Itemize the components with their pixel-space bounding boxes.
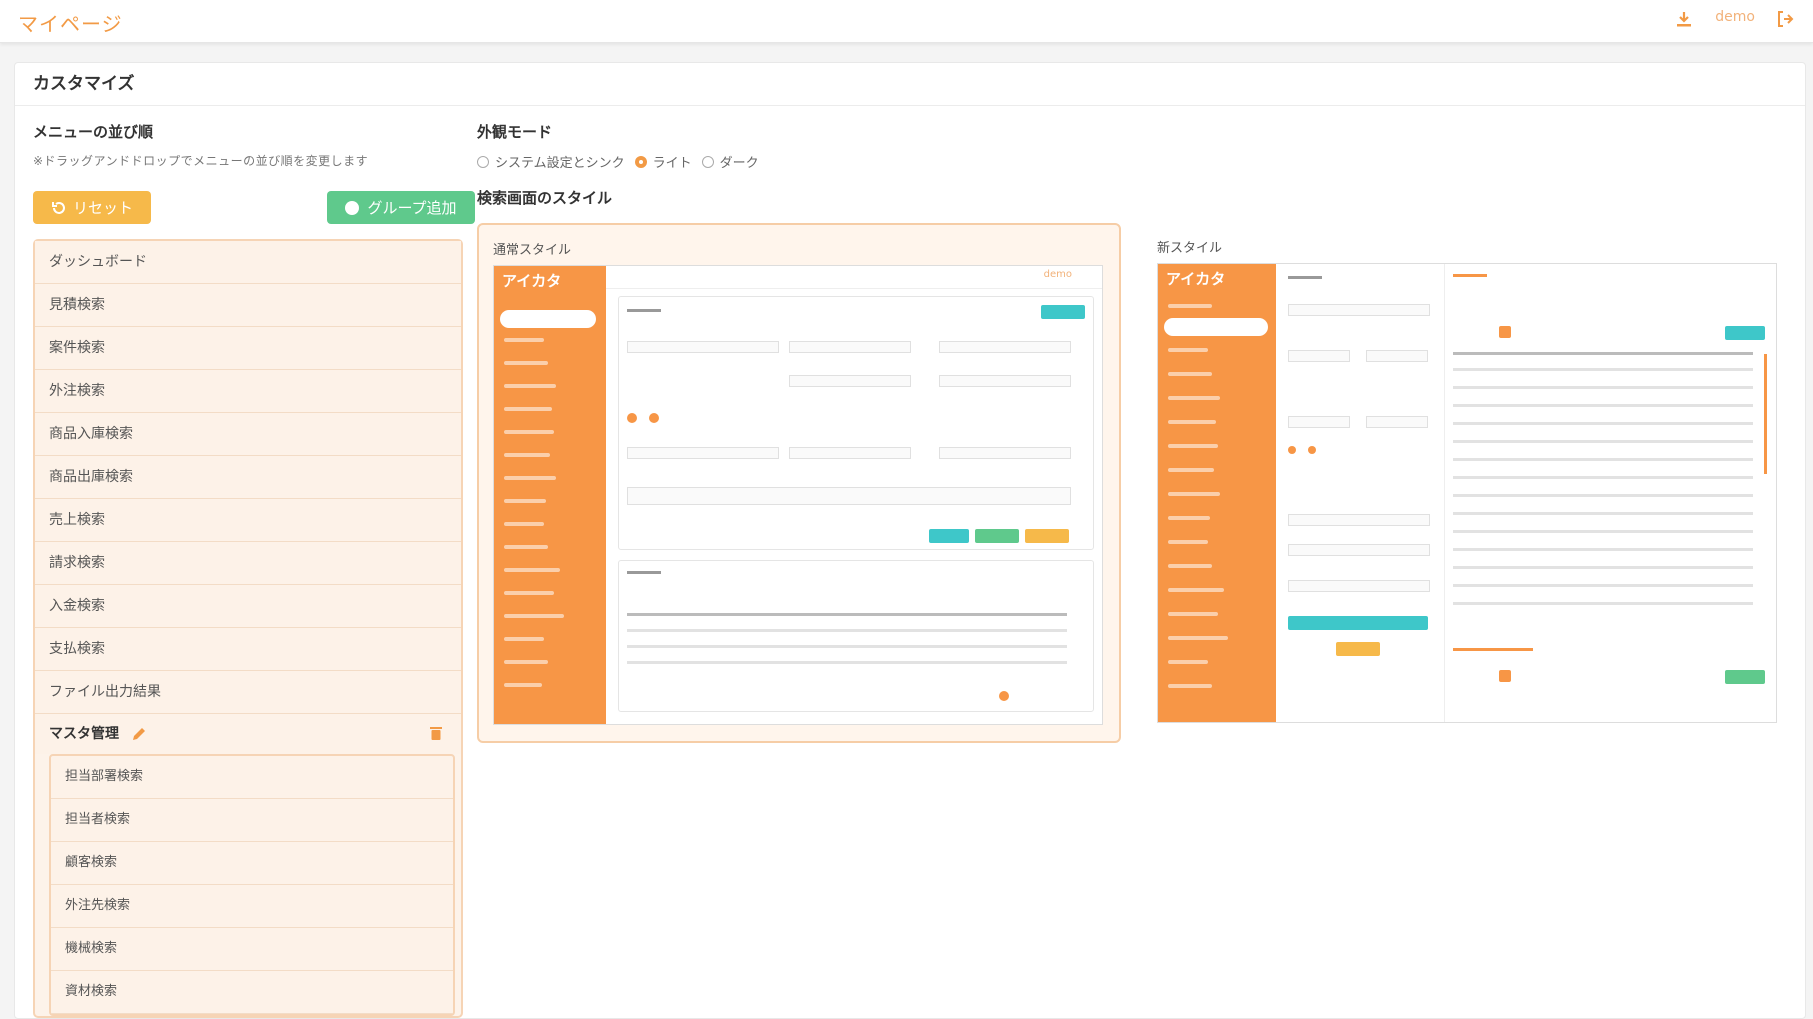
sub-menu-item[interactable]: 担当部署検索 [51, 756, 453, 799]
download-icon[interactable] [1675, 10, 1693, 28]
logout-icon[interactable] [1775, 9, 1795, 29]
add-group-button[interactable]: グループ追加 [327, 191, 475, 224]
user-name[interactable]: demo [1715, 9, 1755, 25]
group-sub-list: 担当部署検索 担当者検索 顧客検索 外注先検索 機械検索 資材検索 [49, 754, 455, 1016]
sub-menu-item[interactable]: 資材検索 [51, 971, 453, 1014]
new-style-preview: アイカタ [1157, 263, 1777, 723]
radio-sync[interactable] [477, 155, 489, 168]
menu-item[interactable]: 案件検索 [35, 327, 461, 370]
radio-dark[interactable] [701, 155, 714, 168]
menu-order-note: ※ドラッグアンドドロップでメニューの並び順を変更します [33, 154, 369, 168]
search-style-title: 検索画面のスタイル [477, 189, 613, 207]
top-bar: マイページ demo [0, 0, 1813, 43]
customize-card: カスタマイズ メニューの並び順 ※ドラッグアンドドロップでメニューの並び順を変更… [14, 62, 1806, 1019]
menu-item[interactable]: ダッシュボード [35, 241, 461, 284]
trash-icon[interactable] [429, 725, 443, 741]
appearance-title: 外観モード [477, 123, 553, 141]
sub-menu-item[interactable]: 機械検索 [51, 928, 453, 971]
preview-logo: アイカタ [1166, 270, 1226, 288]
preview-sidebar: アイカタ [1158, 264, 1276, 722]
menu-list: ダッシュボード 見積検索 案件検索 外注検索 商品入庫検索 商品出庫検索 売上検… [33, 239, 463, 1018]
menu-item[interactable]: 見積検索 [35, 284, 461, 327]
preview-topbar: demo [606, 266, 1102, 289]
pencil-icon[interactable] [131, 726, 147, 742]
radio-light[interactable] [634, 155, 647, 168]
menu-item[interactable]: 売上検索 [35, 499, 461, 542]
normal-style-label: 通常スタイル [493, 243, 572, 258]
menu-item[interactable]: 商品入庫検索 [35, 413, 461, 456]
appearance-section: 外観モード システム設定とシンク ライト ダーク [477, 121, 763, 171]
menu-order-title: メニューの並び順 [33, 123, 154, 141]
add-group-label: グループ追加 [367, 199, 457, 217]
appearance-radio-group: システム設定とシンク ライト ダーク [477, 152, 763, 171]
sub-menu-item[interactable]: 顧客検索 [51, 842, 453, 885]
menu-item[interactable]: 外注検索 [35, 370, 461, 413]
page-title: マイページ [18, 12, 123, 36]
sub-menu-item[interactable]: 担当者検索 [51, 799, 453, 842]
menu-item[interactable]: 商品出庫検索 [35, 456, 461, 499]
menu-item[interactable]: ファイル出力結果 [35, 671, 461, 714]
preview-logo: アイカタ [502, 272, 562, 290]
plus-circle-icon [345, 200, 360, 215]
reset-button[interactable]: リセット [33, 191, 151, 224]
reset-icon [51, 201, 65, 214]
radio-light-label[interactable]: ライト [653, 152, 692, 171]
radio-sync-label[interactable]: システム設定とシンク [495, 152, 625, 171]
menu-order-section: メニューの並び順 ※ドラッグアンドドロップでメニューの並び順を変更します リセッ… [33, 121, 475, 1018]
normal-style-preview: アイカタ demo [493, 265, 1103, 725]
new-style-label: 新スタイル [1157, 241, 1223, 256]
group-name: マスタ管理 [49, 726, 119, 742]
menu-item[interactable]: 請求検索 [35, 542, 461, 585]
menu-item[interactable]: 入金検索 [35, 585, 461, 628]
menu-group[interactable]: マスタ管理 [35, 714, 461, 754]
reset-label: リセット [72, 199, 133, 217]
preview-user: demo [1043, 269, 1072, 280]
preview-sidebar: アイカタ [494, 266, 606, 724]
menu-item[interactable]: 支払検索 [35, 628, 461, 671]
sub-menu-item[interactable]: 外注先検索 [51, 885, 453, 928]
radio-dark-label[interactable]: ダーク [720, 152, 759, 171]
normal-style-option[interactable]: 通常スタイル アイカタ demo [477, 223, 1121, 743]
card-title: カスタマイズ [15, 63, 1805, 106]
